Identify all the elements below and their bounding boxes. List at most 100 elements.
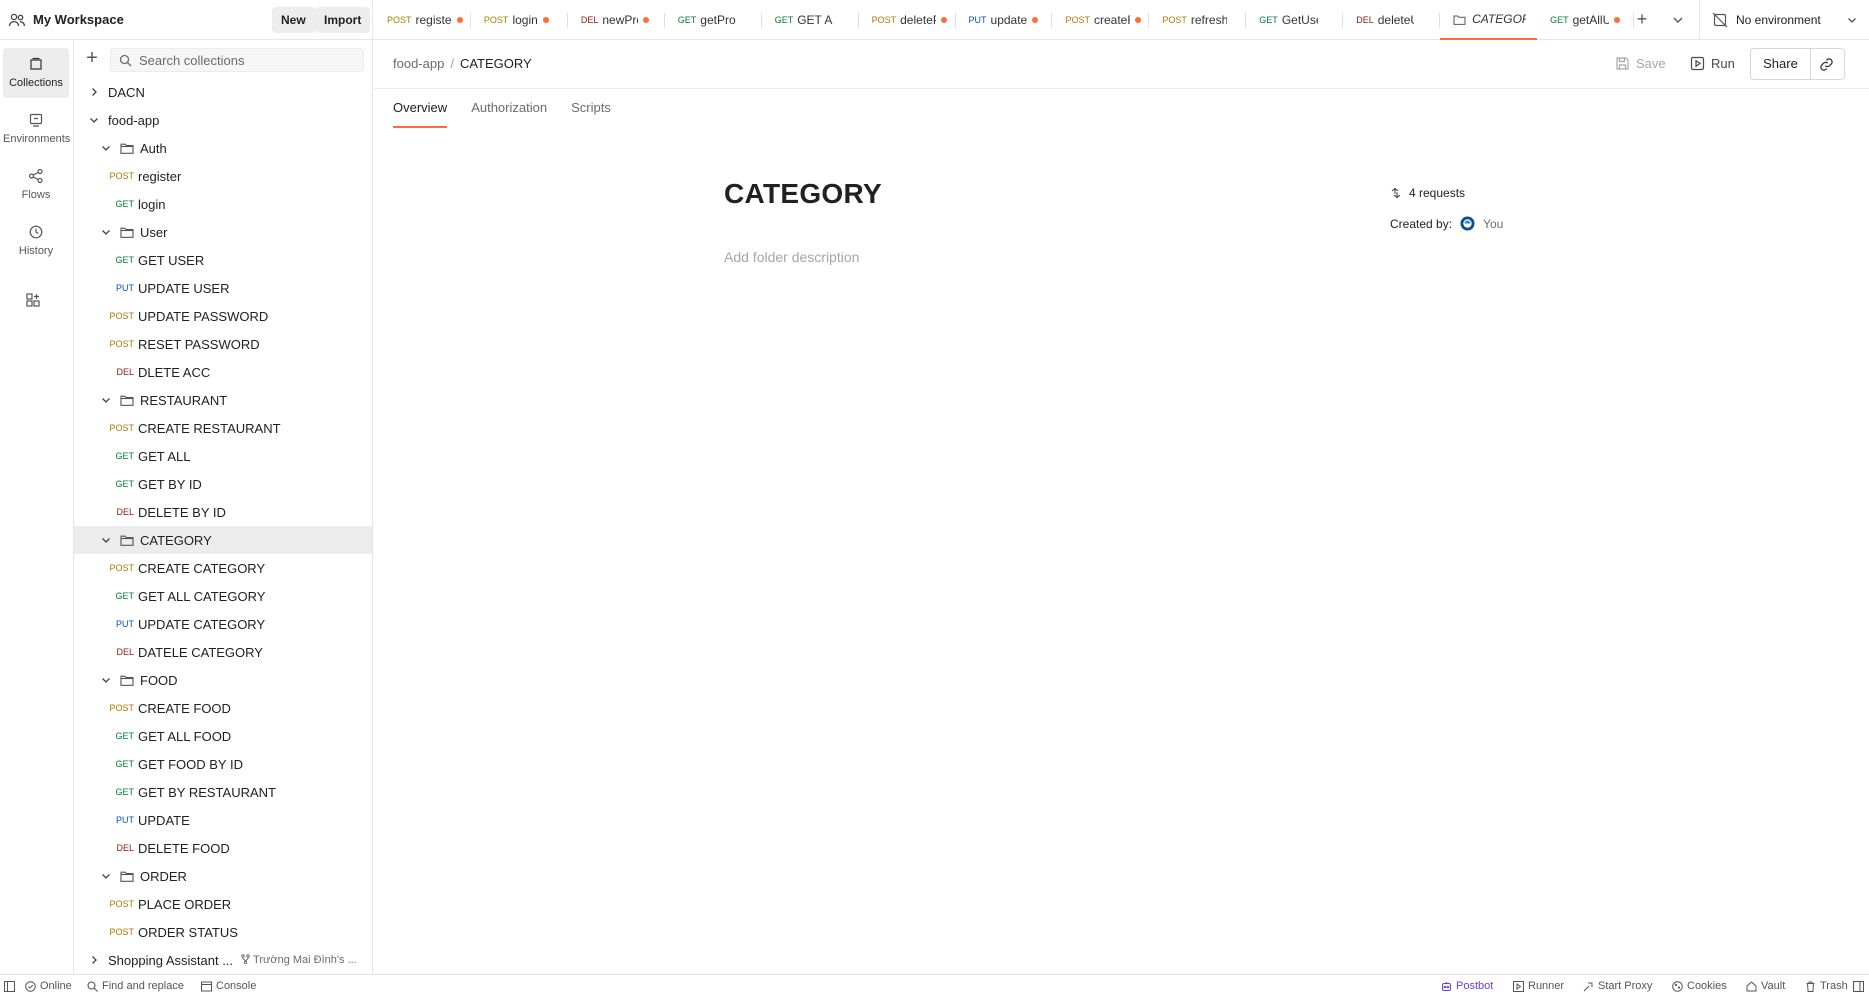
chevron-down-icon[interactable] xyxy=(100,142,112,154)
chevron-right-icon[interactable] xyxy=(88,86,100,98)
runner-button[interactable]: Runner xyxy=(1513,980,1564,992)
configure-sidebar-icon[interactable] xyxy=(25,292,41,308)
tab-request[interactable]: POSTrefresh- xyxy=(1149,0,1247,40)
cookies-button[interactable]: Cookies xyxy=(1672,980,1727,992)
tab-request[interactable]: GETGET ALL I xyxy=(762,0,859,40)
find-replace-button[interactable]: Find and replace xyxy=(87,980,184,992)
request-item[interactable]: POST CREATE RESTAURANT xyxy=(74,414,372,442)
start-proxy-button[interactable]: Start Proxy xyxy=(1583,980,1652,992)
avatar xyxy=(1460,216,1475,231)
online-label: Online xyxy=(40,980,72,992)
breadcrumb-current[interactable]: CATEGORY xyxy=(460,56,532,71)
request-item[interactable]: POST PLACE ORDER xyxy=(74,890,372,918)
request-item[interactable]: DEL DATELE CATEGORY xyxy=(74,638,372,666)
workspace-title[interactable]: My Workspace xyxy=(33,12,124,27)
request-item[interactable]: GET GET ALL FOOD xyxy=(74,722,372,750)
tab-request[interactable]: PUTupdateP xyxy=(956,0,1053,40)
request-item[interactable]: POST CREATE FOOD xyxy=(74,694,372,722)
request-item[interactable]: POST RESET PASSWORD xyxy=(74,330,372,358)
tab-request[interactable]: DELnewProd xyxy=(568,0,665,40)
request-item[interactable]: PUT UPDATE xyxy=(74,806,372,834)
breadcrumb-parent[interactable]: food-app xyxy=(393,56,444,71)
request-item[interactable]: GET GET BY RESTAURANT xyxy=(74,778,372,806)
toggle-sidebar-icon[interactable] xyxy=(4,981,15,992)
new-button[interactable]: New xyxy=(272,7,315,33)
tab-authorization[interactable]: Authorization xyxy=(471,98,547,128)
folder-item[interactable]: RESTAURANT xyxy=(74,386,372,414)
environment-selector[interactable]: No environment xyxy=(1699,0,1869,40)
request-item[interactable]: GET GET ALL xyxy=(74,442,372,470)
tab-request[interactable]: GETgetProdu xyxy=(665,0,762,40)
request-item[interactable]: POST UPDATE PASSWORD xyxy=(74,302,372,330)
chevron-down-icon[interactable] xyxy=(100,674,112,686)
collection-label: Shopping Assistant ... xyxy=(108,952,234,968)
request-item[interactable]: DEL DELETE BY ID xyxy=(74,498,372,526)
request-label: UPDATE PASSWORD xyxy=(138,308,269,324)
search-input[interactable] xyxy=(139,52,359,68)
import-button[interactable]: Import xyxy=(315,7,371,33)
request-item[interactable]: DEL DLETE ACC xyxy=(74,358,372,386)
request-item[interactable]: GET GET BY ID xyxy=(74,470,372,498)
rail-label: History xyxy=(18,245,54,257)
tab-request[interactable]: DELdeleteUs xyxy=(1343,0,1441,40)
folder-item[interactable]: User xyxy=(74,218,372,246)
tab-scripts[interactable]: Scripts xyxy=(571,98,611,128)
chevron-down-icon[interactable] xyxy=(100,870,112,882)
tab-request[interactable]: CATEGOR xyxy=(1440,0,1538,40)
tab-request[interactable]: GETGetUser xyxy=(1246,0,1344,40)
request-item[interactable]: GET login xyxy=(74,190,372,218)
tab-request[interactable]: POSTdeleteP xyxy=(859,0,956,40)
folder-title[interactable]: CATEGORY xyxy=(724,178,882,210)
folder-description[interactable]: Add folder description xyxy=(724,249,859,265)
add-collection-button[interactable]: + xyxy=(84,48,100,68)
collection-item[interactable]: food-app xyxy=(74,106,372,134)
share-button[interactable]: Share xyxy=(1751,49,1811,79)
folder-item[interactable]: Auth xyxy=(74,134,372,162)
chevron-down-icon[interactable] xyxy=(100,394,112,406)
link-icon[interactable] xyxy=(1819,57,1834,72)
folder-item[interactable]: FOOD xyxy=(74,666,372,694)
collection-item[interactable]: Shopping Assistant ... Trường Mai Đình's … xyxy=(74,946,372,974)
tab-request[interactable]: POST login xyxy=(471,0,568,40)
layout-icon[interactable] xyxy=(1853,981,1864,992)
postbot-button[interactable]: Postbot xyxy=(1441,980,1493,992)
run-button[interactable]: Run xyxy=(1690,56,1735,71)
rail-history[interactable]: History xyxy=(3,216,69,266)
vault-button[interactable]: Vault xyxy=(1746,980,1785,992)
chevron-down-icon[interactable] xyxy=(1668,10,1688,30)
console-button[interactable]: Console xyxy=(201,980,256,992)
rail-environments[interactable]: Environments xyxy=(3,104,70,154)
collection-item[interactable]: DACN xyxy=(74,78,372,106)
folder-item[interactable]: CATEGORY xyxy=(74,526,372,554)
chevron-down-icon[interactable] xyxy=(100,534,112,546)
tab-request[interactable]: POST registe xyxy=(374,0,471,40)
folder-label: RESTAURANT xyxy=(140,392,228,408)
tab-method: GET xyxy=(677,15,697,25)
request-item[interactable]: POST ORDER STATUS xyxy=(74,918,372,946)
rail-collections[interactable]: Collections xyxy=(3,48,69,98)
chevron-down-icon[interactable] xyxy=(88,114,100,126)
folder-item[interactable]: ORDER xyxy=(74,862,372,890)
request-item[interactable]: DEL DELETE FOOD xyxy=(74,834,372,862)
trash-button[interactable]: Trash xyxy=(1805,980,1848,992)
tab-overview[interactable]: Overview xyxy=(393,98,448,128)
request-item[interactable]: GET GET FOOD BY ID xyxy=(74,750,372,778)
tab-request[interactable]: GETgetAllUs xyxy=(1537,0,1634,40)
request-count-label: 4 requests xyxy=(1409,186,1466,200)
online-status[interactable]: Online xyxy=(25,980,72,992)
request-item[interactable]: GET GET ALL CATEGORY xyxy=(74,582,372,610)
new-tab-button[interactable]: + xyxy=(1632,10,1652,30)
request-item[interactable]: GET GET USER xyxy=(74,246,372,274)
save-button[interactable]: Save xyxy=(1615,56,1666,71)
rail-flows[interactable]: Flows xyxy=(3,160,69,210)
team-icon[interactable] xyxy=(8,12,26,28)
request-label: register xyxy=(138,168,182,184)
request-item[interactable]: POST CREATE CATEGORY xyxy=(74,554,372,582)
request-item[interactable]: POST register xyxy=(74,162,372,190)
chevron-down-icon[interactable] xyxy=(100,226,112,238)
tab-request[interactable]: POSTcreateF xyxy=(1052,0,1150,40)
chevron-right-icon[interactable] xyxy=(88,954,100,966)
request-item[interactable]: PUT UPDATE USER xyxy=(74,274,372,302)
request-item[interactable]: PUT UPDATE CATEGORY xyxy=(74,610,372,638)
tab-label: GET ALL I xyxy=(797,13,833,27)
